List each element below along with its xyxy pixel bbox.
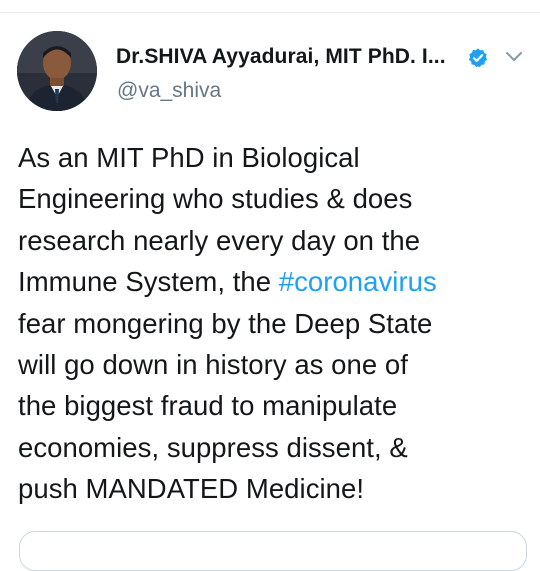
media-card-preview[interactable] — [19, 531, 527, 571]
tweet-text-line: Immune System, the #coronavirus — [18, 261, 533, 302]
tweet-text-line: economies, suppress dissent, & — [18, 431, 408, 463]
tweet-text-segment: Immune System, the — [18, 266, 279, 298]
tweet-text-line: will go down in history as one of — [18, 349, 408, 381]
tweet-text-line: research nearly every day on the — [18, 224, 421, 256]
tweet-text-line: As an MIT PhD in Biological — [18, 142, 360, 173]
tweet-text: As an MIT PhD in Biological Engineering … — [18, 137, 533, 510]
tweet-text-line: fear mongering by the Deep State — [18, 307, 433, 339]
tweet-text-line: Engineering who studies & does — [18, 183, 413, 215]
chevron-down-icon[interactable] — [504, 49, 524, 65]
tweet-text-line: push MANDATED Medicine! — [18, 473, 365, 505]
tweet-header: Dr.SHIVA Ayyadurai, MIT PhD. I... @va_sh… — [0, 13, 540, 113]
tweet-text-line: the biggest fraud to manipulate — [18, 390, 398, 422]
verified-badge-icon — [468, 48, 488, 68]
avatar[interactable] — [17, 31, 97, 111]
hashtag-link[interactable]: #coronavirus — [279, 266, 437, 297]
avatar-photo-icon — [17, 31, 97, 111]
author-handle[interactable]: @va_shiva — [117, 79, 221, 103]
tweet-card[interactable]: Dr.SHIVA Ayyadurai, MIT PhD. I... @va_sh… — [0, 13, 540, 571]
author-display-name[interactable]: Dr.SHIVA Ayyadurai, MIT PhD. I... — [116, 45, 446, 69]
